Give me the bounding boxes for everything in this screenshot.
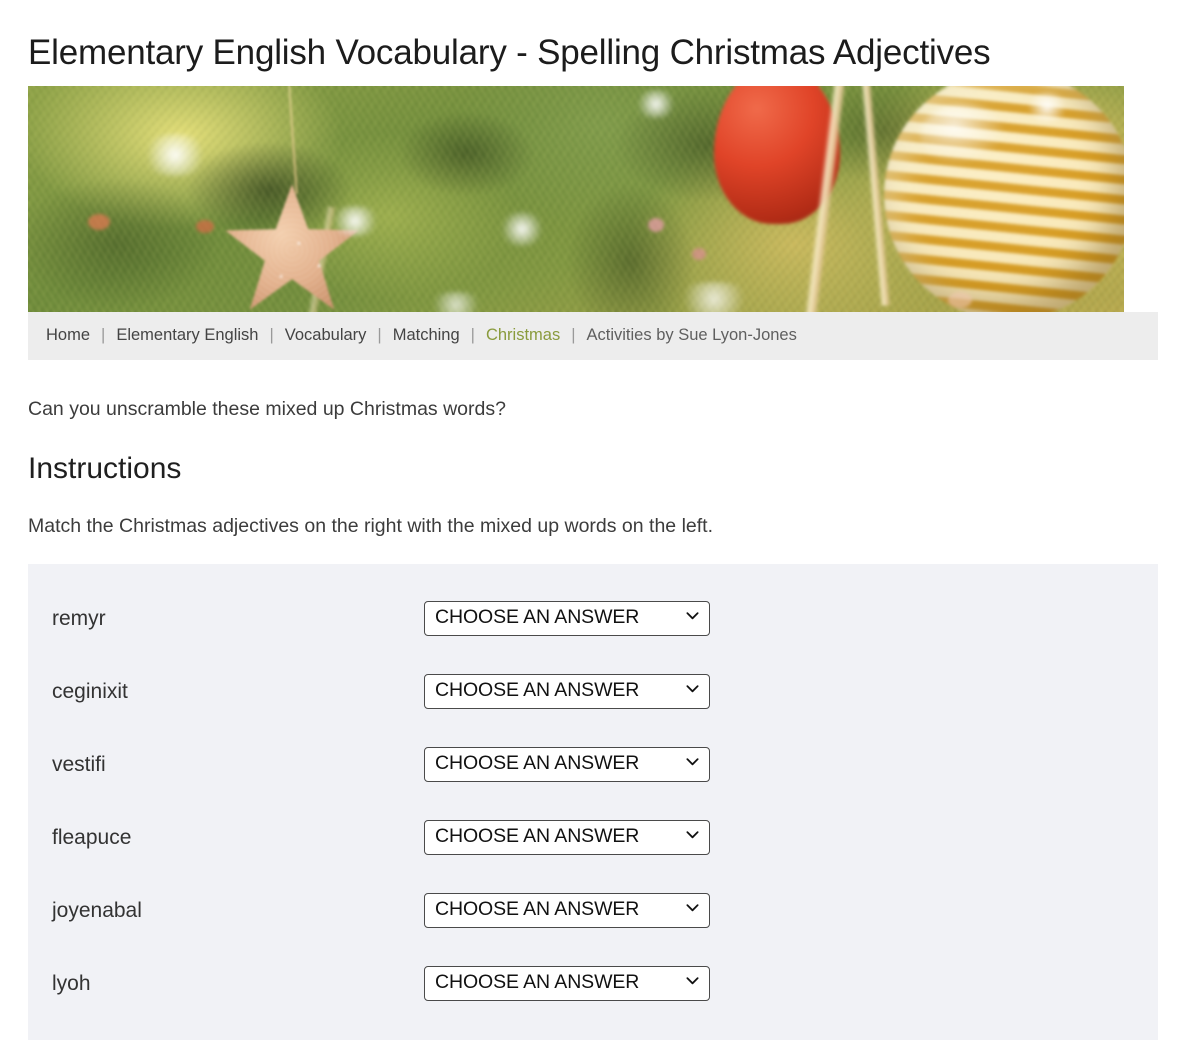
breadcrumb-item-elementary-english[interactable]: Elementary English [116, 326, 258, 344]
quiz-row: ceginixit CHOOSE AN ANSWER [28, 655, 1158, 728]
scrambled-word: fleapuce [52, 825, 132, 849]
quiz-row: joyenabal CHOOSE AN ANSWER [28, 874, 1158, 947]
hero-depth-of-field [28, 86, 1124, 313]
answer-select[interactable]: CHOOSE AN ANSWER [424, 819, 710, 855]
breadcrumb-separator: | [571, 326, 576, 345]
breadcrumb-item-activities-by-sue-lyon-jones[interactable]: Activities by Sue Lyon-Jones [587, 326, 797, 344]
scrambled-word: ceginixit [52, 679, 128, 703]
instructions-text: Match the Christmas adjectives on the ri… [28, 515, 713, 538]
scrambled-word: vestifi [52, 752, 106, 776]
scrambled-word: lyoh [52, 971, 91, 995]
breadcrumb-item-home[interactable]: Home [46, 326, 90, 344]
breadcrumb-item-matching[interactable]: Matching [393, 326, 460, 344]
answer-select-label: CHOOSE AN ANSWER [435, 679, 640, 702]
breadcrumb-item-vocabulary[interactable]: Vocabulary [285, 326, 367, 344]
page-container: Elementary English Vocabulary - Spelling… [0, 33, 1186, 1040]
answer-select-label: CHOOSE AN ANSWER [435, 825, 640, 848]
quiz-row: vestifi CHOOSE AN ANSWER [28, 728, 1158, 801]
breadcrumb-separator: | [377, 326, 382, 345]
hero-image [28, 86, 1124, 313]
answer-select-label: CHOOSE AN ANSWER [435, 971, 640, 994]
breadcrumb-separator: | [470, 326, 475, 345]
quiz-panel: remyr CHOOSE AN ANSWER ceginixit CHOOSE AN … [28, 563, 1158, 1040]
hero-image-canvas [28, 86, 1124, 313]
quiz-row: remyr CHOOSE AN ANSWER [28, 582, 1158, 655]
answer-select-label: CHOOSE AN ANSWER [435, 606, 640, 629]
answer-select[interactable]: CHOOSE AN ANSWER [424, 965, 710, 1001]
breadcrumb: Home | Elementary English | Vocabulary | Match… [28, 312, 1158, 361]
answer-select-label: CHOOSE AN ANSWER [435, 898, 640, 921]
chevron-down-icon [677, 973, 700, 993]
instructions-heading: Instructions [28, 452, 182, 486]
intro-text: Can you unscramble these mixed up Christ… [28, 398, 506, 421]
answer-select[interactable]: CHOOSE AN ANSWER [424, 600, 710, 636]
scrambled-word: remyr [52, 606, 106, 630]
scrambled-word: joyenabal [52, 898, 142, 922]
breadcrumb-separator: | [101, 326, 106, 345]
chevron-down-icon [677, 608, 700, 628]
quiz-row: fleapuce CHOOSE AN ANSWER [28, 801, 1158, 874]
answer-select[interactable]: CHOOSE AN ANSWER [424, 892, 710, 928]
answer-select-label: CHOOSE AN ANSWER [435, 752, 640, 775]
chevron-down-icon [677, 681, 700, 701]
breadcrumb-item-christmas[interactable]: Christmas [486, 326, 560, 344]
chevron-down-icon [677, 754, 700, 774]
quiz-row: lyoh CHOOSE AN ANSWER [28, 947, 1158, 1020]
chevron-down-icon [677, 827, 700, 847]
page-title: Elementary English Vocabulary - Spelling… [28, 33, 991, 72]
breadcrumb-separator: | [269, 326, 274, 345]
answer-select[interactable]: CHOOSE AN ANSWER [424, 746, 710, 782]
answer-select[interactable]: CHOOSE AN ANSWER [424, 673, 710, 709]
chevron-down-icon [677, 900, 700, 920]
